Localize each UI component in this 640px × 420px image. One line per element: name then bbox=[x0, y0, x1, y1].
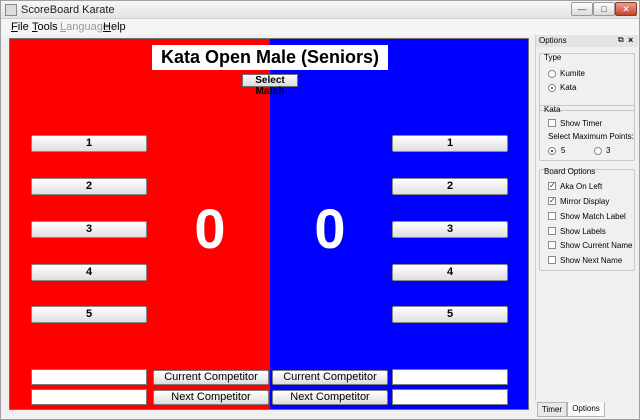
show-next-name-checkbox[interactable] bbox=[548, 256, 556, 264]
show-labels-label: Show Labels bbox=[560, 227, 606, 236]
menu-language: Language bbox=[60, 21, 109, 33]
aka-next-competitor-input[interactable] bbox=[31, 389, 147, 405]
menu-tools[interactable]: Tools bbox=[32, 21, 58, 33]
kata-radio[interactable] bbox=[548, 84, 556, 92]
menu-help[interactable]: Help bbox=[103, 21, 126, 33]
show-next-name-label: Show Next Name bbox=[560, 256, 623, 265]
close-button[interactable]: ✕ bbox=[615, 2, 637, 16]
options-panel: Options ⧉ × Type Kumite Kata Kata Show T… bbox=[535, 35, 638, 401]
menu-bar: File Tools Language Help bbox=[1, 19, 639, 35]
show-labels-checkbox[interactable] bbox=[548, 227, 556, 235]
ao-point-button-3[interactable]: 3 bbox=[392, 221, 508, 238]
ao-point-button-5[interactable]: 5 bbox=[392, 306, 508, 323]
ao-point-button-4[interactable]: 4 bbox=[392, 264, 508, 281]
options-panel-title: Options bbox=[539, 36, 567, 45]
max-points-label: Select Maximum Points: bbox=[548, 132, 634, 141]
tab-options[interactable]: Options bbox=[567, 402, 605, 417]
tab-timer[interactable]: Timer bbox=[537, 402, 567, 417]
show-timer-checkbox[interactable] bbox=[548, 119, 556, 127]
ao-current-competitor-input[interactable] bbox=[392, 369, 508, 385]
aka-point-button-3[interactable]: 3 bbox=[31, 221, 147, 238]
title-bar: ScoreBoard Karate — □ ✕ bbox=[1, 1, 639, 19]
show-match-label-checkbox[interactable] bbox=[548, 212, 556, 220]
kumite-radio[interactable] bbox=[548, 70, 556, 78]
maximize-button[interactable]: □ bbox=[593, 2, 615, 16]
kata-group-title: Kata bbox=[544, 105, 561, 114]
points-5-radio[interactable] bbox=[548, 147, 556, 155]
app-window: ScoreBoard Karate — □ ✕ File Tools Langu… bbox=[0, 0, 640, 420]
points-3-radio[interactable] bbox=[594, 147, 602, 155]
ao-score: 0 bbox=[314, 197, 346, 260]
kumite-label: Kumite bbox=[560, 69, 585, 78]
aka-current-competitor-button[interactable]: Current Competitor bbox=[153, 370, 269, 385]
show-current-name-label: Show Current Name bbox=[560, 241, 633, 250]
show-current-name-checkbox[interactable] bbox=[548, 241, 556, 249]
type-group-title: Type bbox=[544, 53, 562, 62]
kata-label: Kata bbox=[560, 83, 577, 92]
ao-next-competitor-input[interactable] bbox=[392, 389, 508, 405]
aka-point-button-2[interactable]: 2 bbox=[31, 178, 147, 195]
points-3-label: 3 bbox=[606, 146, 611, 155]
app-icon bbox=[5, 4, 17, 16]
aka-on-left-label: Aka On Left bbox=[560, 182, 603, 191]
window-title: ScoreBoard Karate bbox=[21, 4, 115, 16]
aka-point-button-4[interactable]: 4 bbox=[31, 264, 147, 281]
aka-point-button-1[interactable]: 1 bbox=[31, 135, 147, 152]
aka-next-competitor-button[interactable]: Next Competitor bbox=[153, 390, 269, 405]
aka-score: 0 bbox=[194, 197, 226, 260]
show-timer-label: Show Timer bbox=[560, 119, 603, 128]
ao-next-competitor-button[interactable]: Next Competitor bbox=[272, 390, 388, 405]
ao-point-button-1[interactable]: 1 bbox=[392, 135, 508, 152]
points-5-label: 5 bbox=[561, 146, 566, 155]
aka-point-button-5[interactable]: 5 bbox=[31, 306, 147, 323]
select-match-button[interactable]: Select Match bbox=[242, 74, 298, 97]
ao-current-competitor-button[interactable]: Current Competitor bbox=[272, 370, 388, 385]
show-match-label-label: Show Match Label bbox=[560, 212, 626, 221]
match-label: Kata Open Male (Seniors) bbox=[152, 45, 388, 70]
aka-current-competitor-input[interactable] bbox=[31, 369, 147, 385]
float-icon[interactable]: ⧉ bbox=[618, 35, 624, 45]
board-options-title: Board Options bbox=[544, 167, 596, 176]
mirror-display-label: Mirror Display bbox=[560, 197, 610, 206]
aka-on-left-checkbox[interactable]: ✓ bbox=[548, 182, 556, 190]
menu-file[interactable]: File bbox=[11, 21, 29, 33]
ao-point-button-2[interactable]: 2 bbox=[392, 178, 508, 195]
minimize-button[interactable]: — bbox=[571, 2, 593, 16]
options-panel-header: Options ⧉ × bbox=[536, 35, 638, 47]
mirror-display-checkbox[interactable]: ✓ bbox=[548, 197, 556, 205]
panel-close-icon[interactable]: × bbox=[628, 35, 633, 45]
scoreboard: Kata Open Male (Seniors) Select Match 1 … bbox=[9, 38, 529, 410]
